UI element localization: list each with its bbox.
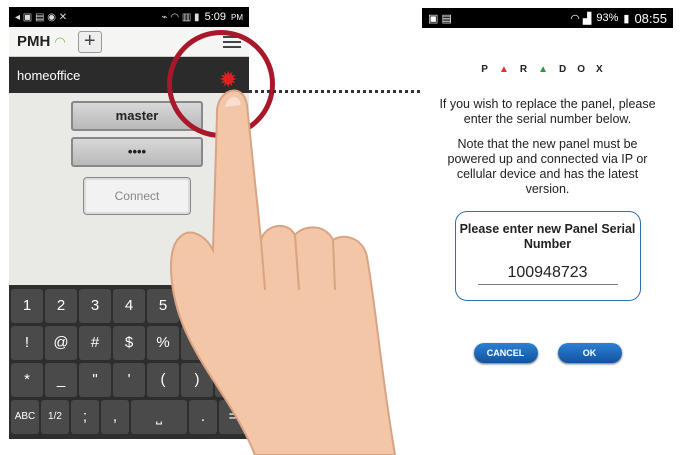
key[interactable]: 4 <box>113 289 145 323</box>
notification-icons: ◂ ▣ ▤ ◉ ✕ <box>15 11 68 23</box>
cancel-button[interactable]: CANCEL <box>473 343 538 363</box>
replace-instructions: If you wish to replace the panel, please… <box>439 97 656 126</box>
site-name: homeoffice <box>17 67 81 83</box>
key-page[interactable]: 1/2 <box>41 400 69 434</box>
key[interactable]: * <box>11 363 43 397</box>
right-phone-screen: ▣ ▤ ◠ ▟ 93% ▮ 08:55 P▲R▲DOX If you wish … <box>422 8 673 440</box>
app-title: PMH <box>17 33 51 50</box>
key[interactable]: 1 <box>11 289 43 323</box>
key-abc[interactable]: ABC <box>11 400 39 434</box>
pointing-hand-illustration <box>170 89 397 455</box>
serial-title: Please enter new Panel Serial Number <box>459 222 636 251</box>
signal-icons: ◠ ▟ <box>570 12 592 25</box>
key[interactable]: # <box>79 326 111 360</box>
status-time: 08:55 <box>634 10 667 26</box>
key[interactable]: ' <box>113 363 145 397</box>
key[interactable]: $ <box>113 326 145 360</box>
key[interactable]: " <box>79 363 111 397</box>
key[interactable]: ! <box>11 326 43 360</box>
wifi-icon: ◠ <box>54 33 66 49</box>
status-time: 5:09 <box>204 11 226 23</box>
status-bar: ◂ ▣ ▤ ◉ ✕ ⌁ ◠ ▥ ▮ 5:09 PM <box>9 7 249 27</box>
serial-number-box: Please enter new Panel Serial Number 100… <box>454 211 641 301</box>
status-bar: ▣ ▤ ◠ ▟ 93% ▮ 08:55 <box>422 8 673 28</box>
key[interactable]: @ <box>45 326 77 360</box>
key[interactable]: ; <box>71 400 99 434</box>
notification-icons: ▣ ▤ <box>428 12 452 25</box>
paradox-logo: P▲R▲DOX <box>481 64 614 75</box>
key[interactable]: 3 <box>79 289 111 323</box>
signal-icons: ⌁ ◠ ▥ ▮ <box>161 11 200 23</box>
key[interactable]: 2 <box>45 289 77 323</box>
add-button[interactable]: + <box>77 30 102 53</box>
key[interactable]: _ <box>45 363 77 397</box>
ok-button[interactable]: OK <box>557 343 622 363</box>
status-ampm: PM <box>231 12 243 22</box>
battery-percent: 93% <box>596 12 619 24</box>
battery-icon: ▮ <box>623 12 630 25</box>
dialog-buttons: CANCEL OK <box>422 343 673 363</box>
panel-note: Note that the new panel must be powered … <box>447 137 648 196</box>
serial-number-input[interactable]: 100948723 <box>477 264 618 285</box>
key[interactable]: , <box>101 400 129 434</box>
